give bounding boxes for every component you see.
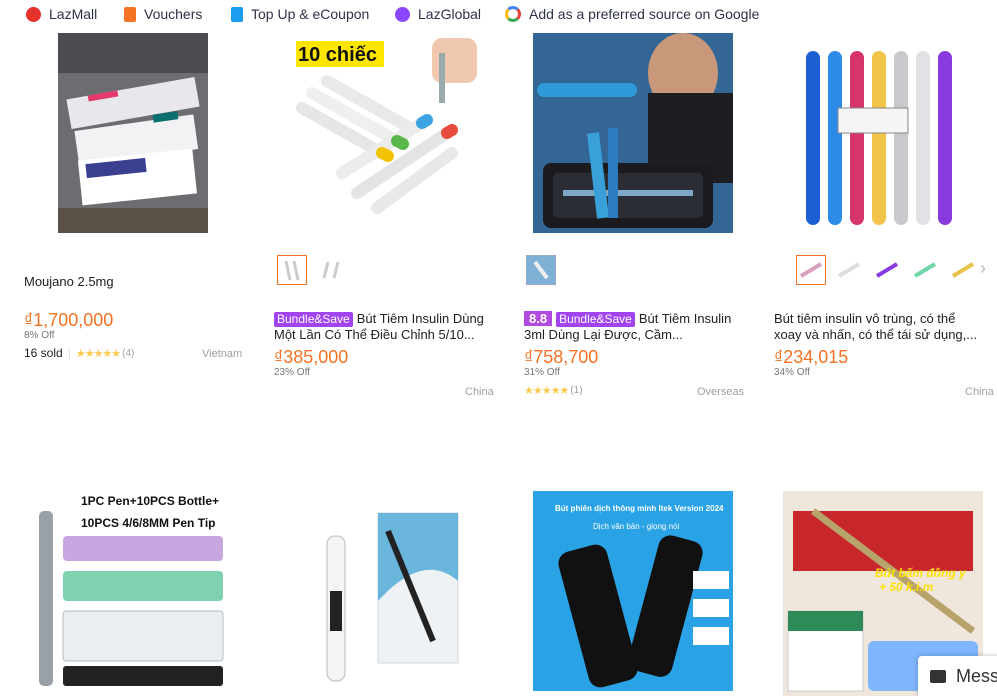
product-price: ₫758,700 bbox=[524, 347, 599, 367]
svg-text:10PCS 4/6/8MM Pen Tip: 10PCS 4/6/8MM Pen Tip bbox=[81, 516, 216, 530]
product-location: Vietnam bbox=[202, 348, 243, 360]
svg-text:1PC Pen+10PCS Bottle+: 1PC Pen+10PCS Bottle+ bbox=[81, 494, 219, 508]
product-image[interactable]: 10 chiếc bbox=[282, 33, 483, 233]
topup-label: Top Up & eCoupon bbox=[251, 6, 370, 22]
svg-text:+ 50 k.i.m: + 50 k.i.m bbox=[879, 580, 934, 594]
product-location: China bbox=[965, 386, 994, 398]
product-location: Overseas bbox=[697, 386, 745, 398]
product-title[interactable]: Bút tiêm insulin vô trùng, có thể xoay v… bbox=[774, 311, 986, 343]
variant-swatch[interactable] bbox=[526, 255, 556, 285]
variant-swatches bbox=[796, 255, 978, 285]
sold-info: 16 sold | ★★★★★ (4) bbox=[24, 346, 134, 360]
variant-swatch[interactable] bbox=[910, 255, 940, 285]
lazglobal-icon bbox=[395, 6, 410, 22]
product-price: ₫234,015 bbox=[774, 347, 849, 367]
product-price: ₫385,000 bbox=[274, 347, 349, 367]
bundle-save-badge: Bundle&Save bbox=[274, 312, 353, 327]
voucher-icon bbox=[124, 6, 136, 22]
product-image[interactable] bbox=[58, 33, 208, 233]
product-discount: 34% Off bbox=[774, 367, 810, 378]
product-discount: 31% Off bbox=[524, 367, 560, 378]
variant-swatches bbox=[277, 255, 345, 285]
lazmall-label: LazMall bbox=[49, 6, 98, 22]
chat-icon bbox=[930, 669, 946, 683]
vouchers-link[interactable]: Vouchers bbox=[124, 4, 202, 24]
google-source-link[interactable]: Add as a preferred source on Google bbox=[505, 4, 759, 24]
lazmall-icon bbox=[26, 6, 41, 22]
promo-8-8-badge: 8.8 bbox=[524, 311, 553, 326]
product-location: China bbox=[465, 386, 494, 398]
product-image[interactable]: 1PC Pen+10PCS Bottle+ 10PCS 4/6/8MM Pen … bbox=[33, 491, 233, 696]
product-image[interactable] bbox=[783, 33, 983, 233]
google-icon bbox=[505, 6, 521, 22]
rating-count: (1) bbox=[570, 385, 583, 396]
product-price: ₫1,700,000 bbox=[24, 310, 114, 330]
variant-swatch[interactable] bbox=[315, 255, 345, 285]
chat-label: Mess bbox=[956, 665, 997, 686]
variant-swatch[interactable] bbox=[948, 255, 978, 285]
svg-text:Bút bấm đông y: Bút bấm đông y bbox=[875, 566, 967, 580]
rating-count: (4) bbox=[122, 347, 135, 359]
vouchers-label: Vouchers bbox=[144, 6, 203, 22]
product-discount: 23% Off bbox=[274, 367, 310, 378]
lazglobal-label: LazGlobal bbox=[418, 6, 482, 22]
variant-swatch[interactable] bbox=[872, 255, 902, 285]
separator: | bbox=[67, 346, 71, 360]
product-title[interactable]: Moujano 2.5mg bbox=[24, 274, 236, 290]
variant-swatch[interactable] bbox=[796, 255, 826, 285]
topup-icon bbox=[231, 6, 243, 22]
sold-info: ★★★★★ (1) bbox=[524, 384, 583, 397]
sold-count: 16 sold bbox=[24, 346, 63, 360]
product-image[interactable]: Bút phiên dịch thông minh Itek Version 2… bbox=[533, 491, 733, 691]
variant-swatch[interactable] bbox=[277, 255, 307, 285]
lazmall-link[interactable]: LazMall bbox=[26, 4, 97, 24]
variant-swatches bbox=[526, 255, 556, 285]
image-caption: 10 chiếc bbox=[298, 44, 377, 66]
product-image[interactable] bbox=[533, 33, 733, 233]
lazglobal-link[interactable]: LazGlobal bbox=[395, 4, 481, 24]
bundle-save-badge: Bundle&Save bbox=[556, 312, 635, 327]
topup-link[interactable]: Top Up & eCoupon bbox=[231, 4, 369, 24]
chevron-right-icon[interactable]: › bbox=[980, 258, 986, 279]
product-title[interactable]: 8.8 Bundle&Save Bút Tiêm Insulin 3ml Dùng … bbox=[524, 311, 736, 343]
product-title[interactable]: Bundle&Save Bút Tiêm Insulin Dùng Một Lần… bbox=[274, 311, 486, 343]
variant-swatch[interactable] bbox=[834, 255, 864, 285]
google-source-label: Add as a preferred source on Google bbox=[529, 6, 760, 22]
top-navigation-bar: LazMall Vouchers Top Up & eCoupon LazGlo… bbox=[0, 0, 997, 28]
svg-text:Bút phiên dịch thông minh Itek: Bút phiên dịch thông minh Itek Version 2… bbox=[555, 504, 724, 513]
rating-stars-icon: ★★★★★ bbox=[524, 385, 569, 397]
rating-stars-icon: ★★★★★ bbox=[75, 347, 121, 360]
product-image[interactable] bbox=[303, 491, 483, 696]
product-discount: 8% Off bbox=[24, 330, 55, 341]
chat-button[interactable]: Mess bbox=[918, 656, 997, 696]
svg-text:Dịch văn bản - giọng nói: Dịch văn bản - giọng nói bbox=[593, 522, 680, 531]
